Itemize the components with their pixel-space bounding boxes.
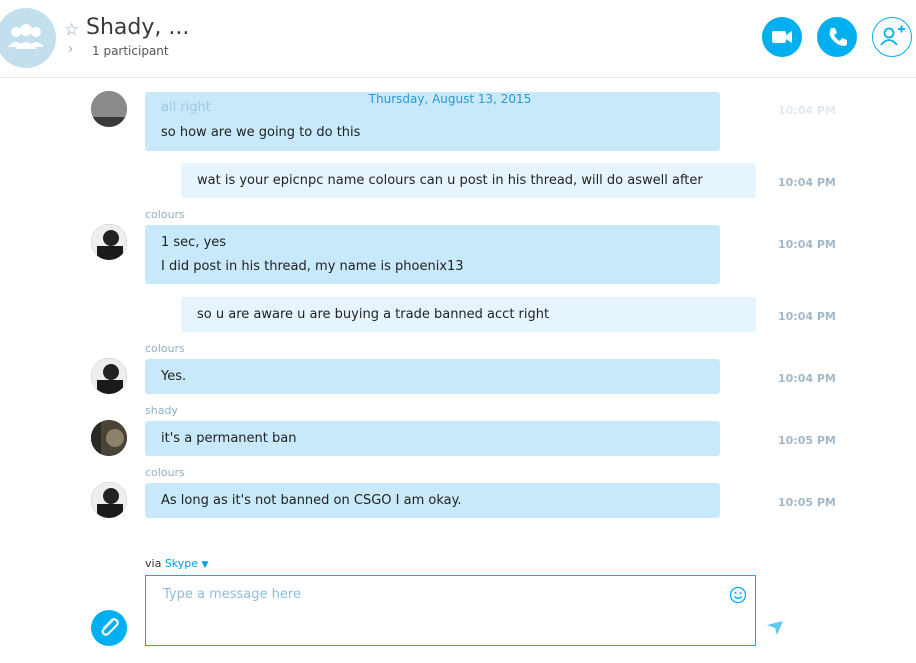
sender-name: colours: [145, 342, 185, 355]
message-text: As long as it's not banned on CSGO I am …: [161, 493, 462, 508]
send-arrow-icon[interactable]: [766, 620, 784, 636]
message-text: 1 sec, yes: [161, 235, 227, 250]
message-bubble[interactable]: As long as it's not banned on CSGO I am …: [145, 483, 720, 518]
sender-name: shady: [145, 404, 178, 417]
avatar[interactable]: [91, 358, 127, 394]
sender-name: colours: [145, 208, 185, 221]
via-skype-label: Skype: [164, 557, 199, 570]
avatar[interactable]: [91, 91, 127, 127]
avatar-image: [91, 91, 127, 127]
avatar-image: [91, 358, 127, 394]
sender-name: colours: [145, 466, 185, 479]
message-input[interactable]: [161, 586, 715, 603]
avatar[interactable]: [91, 420, 127, 456]
chat-title[interactable]: Shady, ...: [86, 15, 189, 40]
chat-header: ☆ Shady, ... › 1 participant: [0, 0, 916, 78]
group-icon: [8, 24, 44, 49]
video-call-button[interactable]: [762, 17, 802, 57]
caret-down-icon: ▼: [201, 560, 209, 570]
message-time: 10:05 PM: [778, 434, 836, 447]
message-bubble[interactable]: so u are aware u are buying a trade bann…: [181, 297, 756, 332]
message-composer[interactable]: [145, 575, 756, 646]
video-camera-icon: [772, 31, 792, 43]
via-label: via: [145, 557, 162, 570]
via-line: via Skype ▼: [145, 557, 208, 570]
add-participant-button[interactable]: [872, 17, 912, 57]
message-text: I did post in his thread, my name is pho…: [161, 259, 464, 274]
message-text: it's a permanent ban: [161, 431, 297, 446]
message-time: 10:04 PM: [778, 310, 836, 323]
avatar[interactable]: [91, 482, 127, 518]
participant-count[interactable]: 1 participant: [92, 44, 169, 58]
message-time: 10:04 PM: [778, 372, 836, 385]
audio-call-button[interactable]: [817, 17, 857, 57]
attach-file-button[interactable]: [91, 610, 127, 646]
smiley-icon[interactable]: [729, 586, 747, 604]
avatar-image: [91, 482, 127, 518]
message-text: so how are we going to do this: [161, 125, 361, 140]
phone-icon: [829, 28, 847, 46]
message-bubble[interactable]: it's a permanent ban: [145, 421, 720, 456]
message-bubble[interactable]: 1 sec, yes I did post in his thread, my …: [145, 225, 720, 284]
message-time: 10:04 PM: [778, 176, 836, 189]
chevron-right-icon[interactable]: ›: [68, 42, 73, 57]
message-text: so u are aware u are buying a trade bann…: [197, 307, 550, 322]
message-text: all right: [161, 100, 211, 115]
date-separator: Thursday, August 13, 2015: [368, 92, 532, 106]
via-skype-dropdown[interactable]: Skype ▼: [165, 557, 209, 570]
avatar[interactable]: [91, 224, 127, 260]
paperclip-icon: [101, 618, 119, 636]
favorite-star-icon[interactable]: ☆: [64, 20, 79, 40]
message-text: Yes.: [161, 369, 187, 384]
avatar-image: [91, 420, 127, 456]
message-time: 10:04 PM: [778, 238, 836, 251]
message-list[interactable]: all right so how are we going to do this…: [0, 78, 916, 548]
message-time: 10:05 PM: [778, 496, 836, 509]
message-time: 10:04 PM: [778, 104, 836, 117]
message-text: wat is your epicnpc name colours can u p…: [197, 173, 703, 188]
message-bubble[interactable]: Yes.: [145, 359, 720, 394]
group-avatar[interactable]: [0, 8, 56, 68]
message-bubble[interactable]: wat is your epicnpc name colours can u p…: [181, 163, 756, 198]
add-contact-icon: [880, 25, 905, 46]
avatar-image: [91, 224, 127, 260]
